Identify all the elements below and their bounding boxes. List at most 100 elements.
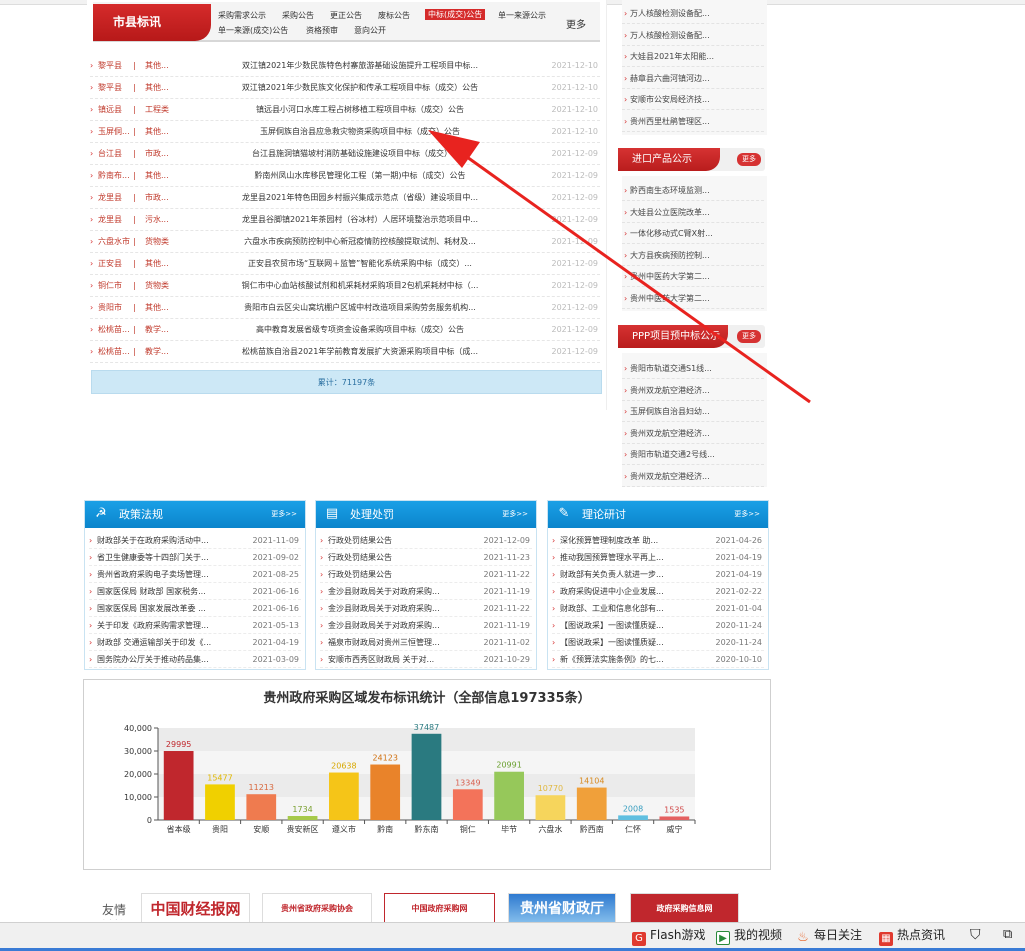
policy-box-title[interactable]: 政策法规: [119, 501, 163, 528]
box-list-item[interactable]: › 财政部关于在政府采购活动中... 2021-11-09: [89, 532, 301, 549]
bid-type[interactable]: 其他...: [145, 77, 177, 99]
ppp-more[interactable]: 更多: [737, 330, 761, 343]
category-link[interactable]: 意向公开: [354, 25, 386, 36]
category-link[interactable]: 更正公告: [330, 10, 362, 21]
county-bids-tab[interactable]: 市县标讯: [93, 4, 211, 41]
box-item-title[interactable]: 贵州省政府采购电子卖场管理...: [97, 566, 247, 583]
bid-title[interactable]: 六盘水市疾病预防控制中心新冠疫情防控核酸提取试剂、耗材及...: [185, 231, 535, 253]
bid-row[interactable]: › 黎平县 | 其他... 双江镇2021年少数民族文化保护和传承工程项目中标（成交）公…: [90, 77, 600, 99]
side-list-item[interactable]: 贵州中医药大学第二...: [622, 288, 764, 309]
category-link[interactable]: 废标公告: [378, 10, 410, 21]
hot-news-link[interactable]: ▦ 热点资讯: [879, 926, 945, 946]
import-products-more[interactable]: 更多: [737, 153, 761, 166]
side-list-item[interactable]: 赫章县六曲河镇河边...: [622, 68, 764, 89]
bid-title[interactable]: 双江镇2021年少数民族文化保护和传承工程项目中标（成交）公告: [185, 77, 535, 99]
box-item-title[interactable]: 国家医保局 财政部 国家税务...: [97, 583, 247, 600]
box-item-title[interactable]: 金沙县财政局关于对政府采购...: [328, 600, 478, 617]
side-list-item[interactable]: 贵阳市轨道交通S1线...: [622, 358, 764, 379]
category-link[interactable]: 采购需求公示: [218, 10, 266, 21]
bid-title[interactable]: 贵阳市白云区尖山窝坑棚户区城中村改造项目采购劳务服务机构...: [185, 297, 535, 319]
side-list-item[interactable]: 大娃县2021年太阳能...: [622, 46, 764, 67]
side-list-item[interactable]: 万人核酸检测设备配...: [622, 25, 764, 46]
bid-row[interactable]: › 铜仁市 | 货物类 铜仁市中心血站核酸试剂和机采耗材采购项目2包机采耗材中标（...…: [90, 275, 600, 297]
bid-region[interactable]: 龙里县: [98, 209, 132, 231]
box-list-item[interactable]: › 新《预算法实施条例》的七... 2020-10-10: [552, 651, 764, 668]
bid-type[interactable]: 其他...: [145, 121, 177, 143]
box-item-title[interactable]: 行政处罚结果公告: [328, 549, 478, 566]
bid-region[interactable]: 黔南布...: [98, 165, 132, 187]
daily-follow-link[interactable]: ♨ 每日关注: [796, 926, 862, 945]
box-list-item[interactable]: › 财政部、工业和信息化部有... 2021-01-04: [552, 600, 764, 617]
side-list-item[interactable]: 贵州双龙航空港经济...: [622, 466, 764, 487]
bid-type[interactable]: 货物类: [145, 231, 177, 253]
box-list-item[interactable]: › 国务院办公厅关于推动药品集... 2021-03-09: [89, 651, 301, 668]
box-item-title[interactable]: 【图说政采】一图读懂质疑...: [560, 634, 710, 651]
ppp-title[interactable]: PPP项目预中标公示: [618, 325, 728, 348]
box-list-item[interactable]: › 安顺市西秀区财政局 关于对... 2021-10-29: [320, 651, 532, 668]
bid-region[interactable]: 黎平县: [98, 77, 132, 99]
bid-title[interactable]: 铜仁市中心血站核酸试剂和机采耗材采购项目2包机采耗材中标（...: [185, 275, 535, 297]
side-list-item[interactable]: 贵州西里杜鹃管理区...: [622, 111, 764, 132]
box-list-item[interactable]: › 福泉市财政局对贵州三恒管理... 2021-11-02: [320, 634, 532, 651]
bid-row[interactable]: › 镇远县 | 工程类 镇远县小河口水库工程占树移植工程项目中标（成交）公告 2021-1…: [90, 99, 600, 121]
shield-icon[interactable]: ⛉: [970, 926, 981, 944]
box-list-item[interactable]: › 国家医保局 财政部 国家税务... 2021-06-16: [89, 583, 301, 600]
box-item-title[interactable]: 行政处罚结果公告: [328, 566, 478, 583]
bid-type[interactable]: 其他...: [145, 55, 177, 77]
side-list-item[interactable]: 黔西南生态环境监测...: [622, 180, 764, 201]
bid-region[interactable]: 台江县: [98, 143, 132, 165]
category-link-active[interactable]: 中标(成交)公告: [425, 9, 486, 20]
bid-type[interactable]: 其他...: [145, 165, 177, 187]
bid-region[interactable]: 镇远县: [98, 99, 132, 121]
policy-box-more[interactable]: 更多>>: [271, 501, 297, 528]
bid-row[interactable]: › 黎平县 | 其他... 双江镇2021年少数民族特色村寨旅游基础设施提升工程项目中标…: [90, 55, 600, 77]
box-list-item[interactable]: › 深化预算管理制度改革 助... 2021-04-26: [552, 532, 764, 549]
bid-type[interactable]: 污水...: [145, 209, 177, 231]
bid-type[interactable]: 货物类: [145, 275, 177, 297]
bid-row[interactable]: › 龙里县 | 污水... 龙里县谷脚镇2021年茶园村（谷冰村）人居环境整治示范项目中…: [90, 209, 600, 231]
penalty-box-title[interactable]: 处理处罚: [350, 501, 394, 528]
box-list-item[interactable]: › 推动我国预算管理水平再上... 2021-04-19: [552, 549, 764, 566]
category-link[interactable]: 单一来源(成交)公告: [218, 25, 288, 36]
side-list-item[interactable]: 贵阳市轨道交通2号线...: [622, 444, 764, 465]
theory-box-more[interactable]: 更多>>: [734, 501, 760, 528]
box-item-title[interactable]: 财政部关于在政府采购活动中...: [97, 532, 247, 549]
bid-region[interactable]: 龙里县: [98, 187, 132, 209]
box-item-title[interactable]: 福泉市财政局对贵州三恒管理...: [328, 634, 478, 651]
side-list-item[interactable]: 一体化移动式C臂X射...: [622, 223, 764, 244]
bid-title[interactable]: 台江县施洞镇猫坡村消防基础设施建设项目中标（成交）公告: [185, 143, 535, 165]
box-item-title[interactable]: 省卫生健康委等十四部门关于...: [97, 549, 247, 566]
bid-title[interactable]: 镇远县小河口水库工程占树移植工程项目中标（成交）公告: [185, 99, 535, 121]
box-list-item[interactable]: › 行政处罚结果公告 2021-12-09: [320, 532, 532, 549]
my-videos-link[interactable]: ▶ 我的视频: [716, 926, 782, 945]
category-link[interactable]: 单一来源公示: [498, 10, 546, 21]
side-list-item[interactable]: 玉屏侗族自治县妇幼...: [622, 401, 764, 422]
box-item-title[interactable]: 推动我国预算管理水平再上...: [560, 549, 710, 566]
side-list-item[interactable]: 大方县疾病预防控制...: [622, 245, 764, 266]
bid-row[interactable]: › 台江县 | 市政... 台江县施洞镇猫坡村消防基础设施建设项目中标（成交）公告 202…: [90, 143, 600, 165]
box-item-title[interactable]: 金沙县财政局关于对政府采购...: [328, 583, 478, 600]
box-list-item[interactable]: › 金沙县财政局关于对政府采购... 2021-11-19: [320, 583, 532, 600]
bid-title[interactable]: 松桃苗族自治县2021年学前教育发展扩大资源采购项目中标（成...: [185, 341, 535, 363]
image-icon[interactable]: ⧉: [1003, 926, 1012, 944]
bid-title[interactable]: 黔南州凤山水库移民管理化工程（第一期)中标（成交）公告: [185, 165, 535, 187]
bid-region[interactable]: 贵阳市: [98, 297, 132, 319]
side-list-item[interactable]: 大娃县公立医院改革...: [622, 202, 764, 223]
box-item-title[interactable]: 财政部有关负责人就进一步...: [560, 566, 710, 583]
bid-region[interactable]: 黎平县: [98, 55, 132, 77]
bid-region[interactable]: 松桃苗...: [98, 319, 132, 341]
box-item-title[interactable]: 国家医保局 国家发展改革委 ...: [97, 600, 247, 617]
category-link[interactable]: 资格预审: [306, 25, 338, 36]
bid-type[interactable]: 工程类: [145, 99, 177, 121]
box-item-title[interactable]: 【图说政采】一图读懂质疑...: [560, 617, 710, 634]
bid-region[interactable]: 正安县: [98, 253, 132, 275]
box-list-item[interactable]: › 【图说政采】一图读懂质疑... 2020-11-24: [552, 634, 764, 651]
box-list-item[interactable]: › 关于印发《政府采购需求管理... 2021-05-13: [89, 617, 301, 634]
bid-row[interactable]: › 松桃苗... | 教学... 松桃苗族自治县2021年学前教育发展扩大资源采购项目中…: [90, 341, 600, 363]
bid-region[interactable]: 松桃苗...: [98, 341, 132, 363]
bid-region[interactable]: 六盘水市: [98, 231, 132, 253]
bid-type[interactable]: 其他...: [145, 253, 177, 275]
box-list-item[interactable]: › 省卫生健康委等十四部门关于... 2021-09-02: [89, 549, 301, 566]
bid-row[interactable]: › 六盘水市 | 货物类 六盘水市疾病预防控制中心新冠疫情防控核酸提取试剂、耗材及...…: [90, 231, 600, 253]
bid-title[interactable]: 双江镇2021年少数民族特色村寨旅游基础设施提升工程项目中标...: [185, 55, 535, 77]
